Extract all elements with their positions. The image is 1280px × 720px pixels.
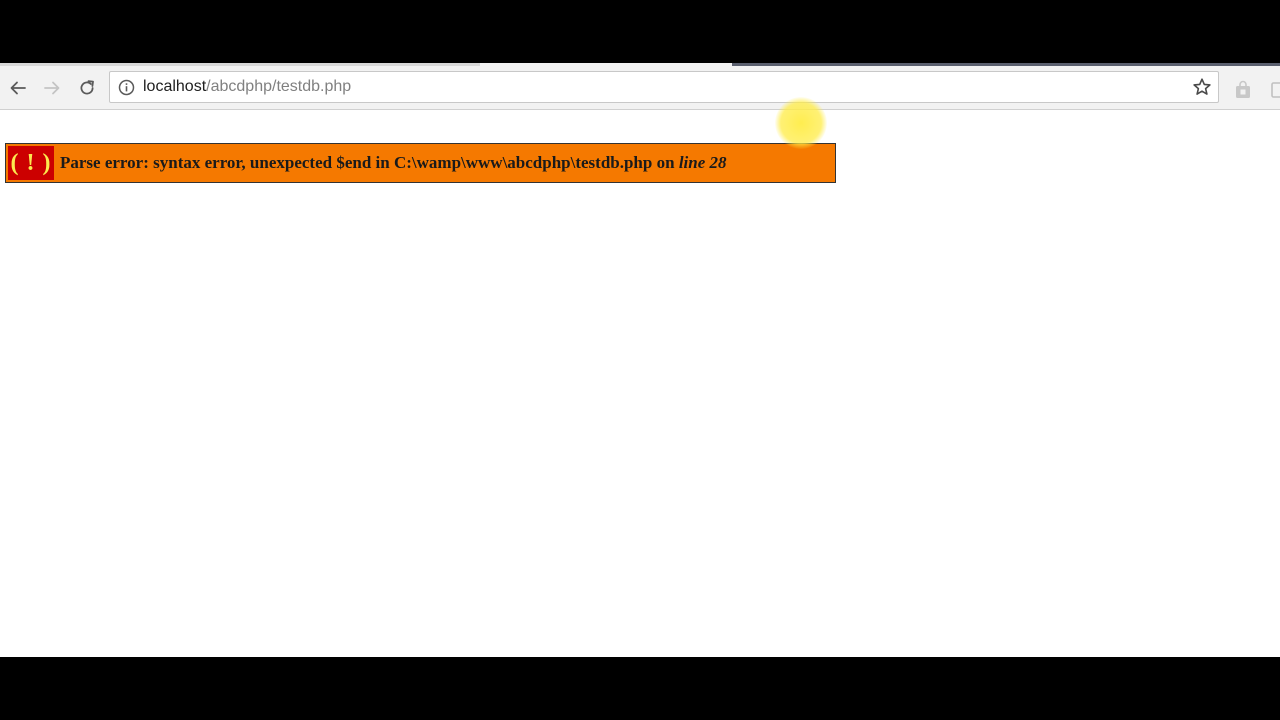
info-icon[interactable] (118, 79, 135, 96)
browser-toolbar: localhost/abcdphp/testdb.php (0, 66, 1280, 110)
star-icon[interactable] (1192, 77, 1212, 97)
url-host: localhost (143, 78, 207, 95)
php-error-message: ( ! ) Parse error: syntax error, unexpec… (5, 143, 836, 183)
video-letterbox-bottom (0, 657, 1280, 720)
url-text[interactable]: localhost/abcdphp/testdb.php (143, 72, 351, 102)
video-letterbox-top (0, 0, 1280, 63)
error-text: Parse error: syntax error, unexpected $e… (60, 153, 727, 173)
arrow-left-icon (10, 81, 26, 95)
back-button[interactable] (4, 74, 32, 102)
forward-button[interactable] (38, 74, 66, 102)
address-bar[interactable]: localhost/abcdphp/testdb.php (109, 71, 1219, 103)
extension-icon[interactable] (1270, 80, 1280, 100)
error-badge: ( ! ) (8, 146, 54, 180)
reload-button[interactable] (73, 74, 101, 102)
error-message: Parse error: syntax error, unexpected $e… (60, 153, 679, 172)
arrow-right-icon (44, 81, 60, 95)
url-path: /abcdphp/testdb.php (206, 78, 352, 95)
error-line-number: line 28 (678, 153, 727, 172)
reload-icon (80, 80, 94, 95)
bag-icon[interactable] (1233, 80, 1253, 100)
browser-window: localhost/abcdphp/testdb.php ( ! ) Parse… (0, 63, 1280, 657)
